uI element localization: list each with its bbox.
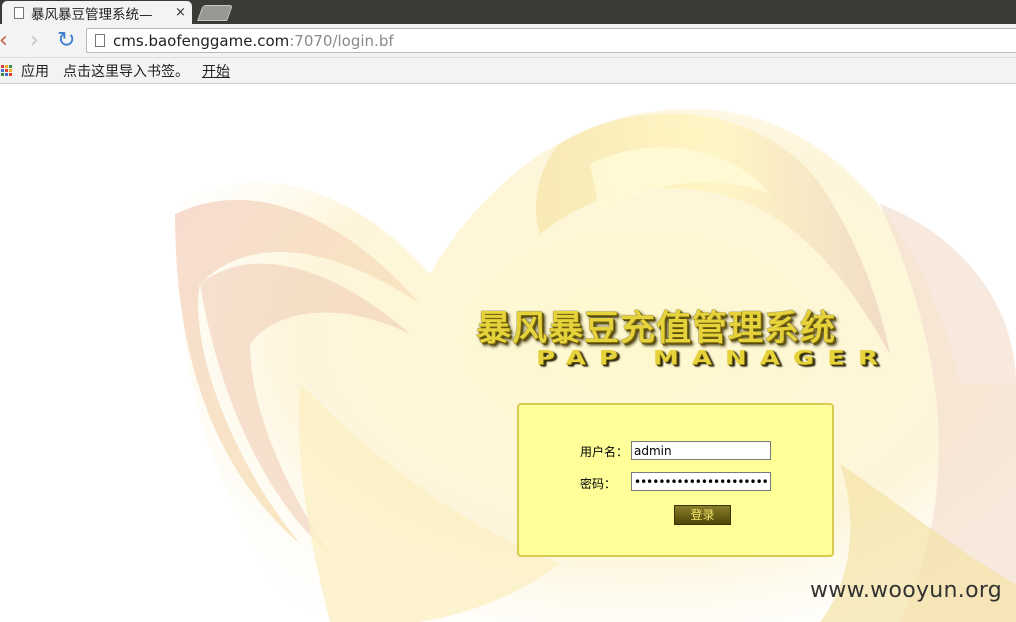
tab-close-icon[interactable]: × (175, 5, 186, 20)
bookmark-import-link[interactable]: 点击这里导入书签。 (63, 61, 189, 81)
reload-icon[interactable]: ↻ (57, 30, 75, 52)
login-panel: 用户名： 密码： 登录 (517, 403, 834, 557)
page-content: 暴风暴豆充值管理系统 PAP MANAGER 用户名： 密码： 登录 www.w… (0, 84, 1016, 622)
browser-tab[interactable]: 暴风暴豆管理系统— × (2, 1, 192, 24)
username-label: 用户名： (580, 445, 629, 459)
watermark-text: www.wooyun.org (810, 578, 1003, 603)
browser-window: 暴风暴豆管理系统— × ‹ › ↻ cms.baofenggame.com:70… (0, 0, 1016, 622)
bookmark-apps[interactable]: 应用 (21, 61, 49, 81)
page-icon (95, 34, 105, 47)
password-label: 密码： (580, 477, 617, 491)
forward-icon[interactable]: › (30, 30, 39, 52)
url-path: :7070/login.bf (289, 31, 394, 50)
system-title-en: PAP MANAGER (536, 347, 891, 370)
bookmarks-bar: 应用 点击这里导入书签。 开始 (0, 58, 1016, 84)
new-tab-button[interactable] (197, 5, 233, 21)
system-title-cn: 暴风暴豆充值管理系统 (476, 309, 837, 349)
page-icon (14, 6, 24, 19)
url-host: cms.baofenggame.com (113, 31, 290, 50)
login-button[interactable]: 登录 (674, 505, 731, 525)
password-field[interactable] (631, 472, 771, 491)
bookmark-start-link[interactable]: 开始 (202, 61, 230, 81)
browser-toolbar: ‹ › ↻ cms.baofenggame.com:7070/login.bf (0, 24, 1016, 58)
address-bar[interactable]: cms.baofenggame.com:7070/login.bf (86, 28, 1016, 53)
tab-title: 暴风暴豆管理系统— (31, 6, 153, 23)
apps-grid-icon[interactable] (1, 64, 13, 77)
username-field[interactable] (631, 441, 771, 460)
back-icon[interactable]: ‹ (0, 30, 8, 52)
tab-strip: 暴风暴豆管理系统— × (0, 0, 1016, 24)
